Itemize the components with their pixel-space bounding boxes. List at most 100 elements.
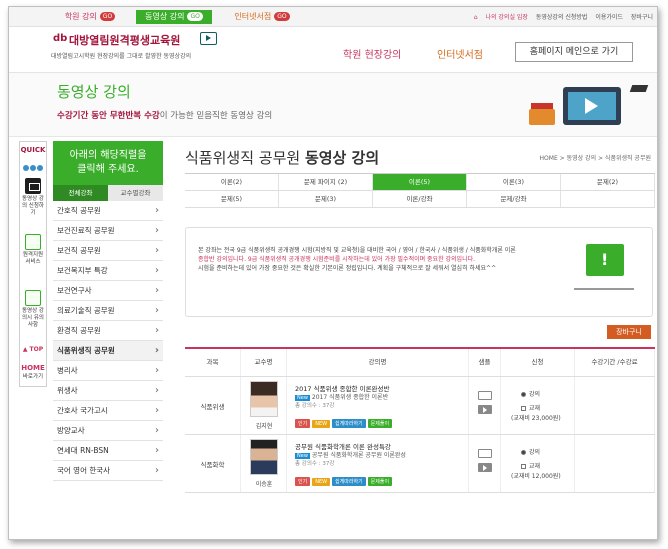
- apply-lecture-option[interactable]: 강의: [521, 447, 540, 456]
- sidebar-item[interactable]: 방양교사: [53, 421, 163, 441]
- quick-item-label: 동영상 강의 신청하기: [22, 196, 44, 216]
- sidebar-item[interactable]: 국어 영어 한국사: [53, 461, 163, 481]
- course-tab[interactable]: 이론(3): [467, 174, 561, 190]
- lecture-cell: 2017 식품위생 종합한 이론완성반 New 2017 식품위생 종합한 이론반…: [287, 377, 469, 434]
- lecture-sub: New 2017 식품위생 종합한 이론반: [295, 392, 388, 401]
- quick-home-button[interactable]: HOME 바로가기: [20, 364, 46, 380]
- apply-cell: 강의 교재 (교재비 23,000원): [501, 377, 575, 434]
- tab-video-lecture[interactable]: 동영상 강의 GO: [136, 10, 212, 24]
- quick-menu: QUICK 동영상 강의 신청하기 원격지원 서비스 동영상 강의시 유의사항 …: [19, 141, 47, 387]
- apply-book-option[interactable]: 교재: [521, 461, 540, 470]
- table-header: 과목 교수명 강의명 샘플 신청 수강기간 /수강료: [185, 349, 655, 377]
- table-row: 식품화학 이승훈 공무원 식품화학개론 이론 완성특강 New 공무원 식품화학개…: [185, 435, 655, 493]
- course-tab[interactable]: 이론/강좌: [373, 191, 467, 207]
- site-logo[interactable]: 대방열림원격평생교육원: [69, 32, 180, 48]
- table-row: 식품위생 김지현 2017 식품위생 종합한 이론완성반 New 2017 식품위…: [185, 377, 655, 435]
- lecture-count: 총 강의수 : 37강: [295, 461, 335, 467]
- lecture-count: 총 강의수 : 37강: [295, 403, 335, 409]
- course-tab-empty: [561, 191, 655, 207]
- course-tab[interactable]: 문제/강좌: [467, 191, 561, 207]
- sidebar-item[interactable]: 의료기술직 공무원: [53, 301, 163, 321]
- top-bar: 학원 강의 GO 동영상 강의 GO 인터넷서점 GO ⌂ 나의 강의실 입장 동영상…: [9, 7, 657, 27]
- quick-apply-video[interactable]: 동영상 강의 신청하기: [20, 178, 46, 217]
- apply-book-option[interactable]: 교재: [521, 403, 540, 412]
- page-title-bold: 동영상 강의: [304, 149, 380, 167]
- my-classroom-link[interactable]: 나의 강의실 입장: [485, 14, 527, 21]
- user-guide-link[interactable]: 이용가이드: [595, 14, 623, 21]
- sidebar-item[interactable]: 간호사 국가고시: [53, 401, 163, 421]
- col-lecture: 강의명: [287, 349, 469, 376]
- dot-icon[interactable]: [37, 165, 43, 171]
- cart-button[interactable]: 장바구니: [607, 325, 651, 339]
- sidebar-item[interactable]: 간호직 공무원: [53, 201, 163, 221]
- book-icon: [529, 109, 555, 125]
- tab-row: 문제(5) 문제(3) 이론/강좌 문제/강좌: [185, 191, 655, 208]
- course-tab[interactable]: 문제(2): [561, 174, 655, 190]
- sidebar-item-active[interactable]: 식품위생직 공무원: [53, 341, 163, 361]
- nav-academy-lecture[interactable]: 학원 현장강의: [343, 46, 401, 61]
- category-sidebar: 아래의 해당직렬을클릭해 주세요. 전체강좌 교수별강좌 간호직 공무원 보건진…: [53, 141, 163, 481]
- apply-lecture-option[interactable]: 강의: [521, 389, 540, 398]
- tab-academy-lecture[interactable]: 학원 강의 GO: [51, 10, 129, 24]
- quick-dots: [20, 156, 46, 175]
- badge: 문제풀이: [367, 419, 393, 428]
- course-table: 과목 교수명 강의명 샘플 신청 수강기간 /수강료 식품위생 김지현 2017…: [185, 347, 655, 493]
- graduation-cap-icon: [629, 85, 649, 92]
- lecture-cell: 공무원 식품화학개론 이론 완성특강 New 공무원 식품화학개론 공무원 이론완…: [287, 435, 469, 492]
- top-button[interactable]: ▲ TOP: [20, 346, 46, 353]
- course-tab[interactable]: 문제(5): [185, 191, 279, 207]
- sidebar-item[interactable]: 보건직 공무원: [53, 241, 163, 261]
- home-icon[interactable]: ⌂: [474, 14, 478, 21]
- cart-link[interactable]: 장바구니: [631, 14, 653, 21]
- sidebar-item[interactable]: 보건연구사: [53, 281, 163, 301]
- quick-notes[interactable]: 동영상 강의시 유의사항: [20, 290, 46, 329]
- lecture-sub-text: 2017 식품위생 종합한 이론반: [311, 394, 389, 401]
- tab-by-professor[interactable]: 교수별강좌: [108, 185, 163, 201]
- checkbox[interactable]: [521, 464, 526, 469]
- top-links: ⌂ 나의 강의실 입장 동영상강의 신청방법 이용가이드 장바구니: [468, 12, 653, 21]
- course-tab[interactable]: 문제 파이지 (2): [279, 174, 373, 190]
- home-main-button[interactable]: 홈페이지 메인으로 가기: [515, 42, 633, 62]
- course-tab[interactable]: 이론(2): [185, 174, 279, 190]
- how-to-apply-link[interactable]: 동영상강의 신청방법: [536, 14, 588, 21]
- professor-name[interactable]: 이승훈: [241, 479, 287, 488]
- dot-icon[interactable]: [30, 165, 36, 171]
- radio-button[interactable]: [521, 450, 526, 455]
- checkbox[interactable]: [521, 406, 526, 411]
- tab-internet-bookstore[interactable]: 인터넷서점 GO: [221, 10, 303, 24]
- monitor-icon: [563, 87, 621, 125]
- sample-doc-icon[interactable]: [478, 449, 492, 458]
- tab-label: 동영상 강의: [145, 12, 185, 21]
- banner-title: 동영상 강의: [57, 83, 131, 101]
- browser-frame: 학원 강의 GO 동영상 강의 GO 인터넷서점 GO ⌂ 나의 강의실 입장 동영상…: [8, 6, 658, 540]
- sample-play-icon[interactable]: [478, 405, 492, 414]
- sample-cell: [469, 377, 501, 434]
- sidebar-item[interactable]: 위생사: [53, 381, 163, 401]
- sidebar-item[interactable]: 병리사: [53, 361, 163, 381]
- quick-remote-support[interactable]: 원격지원 서비스: [20, 234, 46, 266]
- sample-doc-icon[interactable]: [478, 391, 492, 400]
- radio-button[interactable]: [521, 392, 526, 397]
- sample-play-icon[interactable]: [478, 463, 492, 472]
- banner-subtitle-rest: 이 가능한 믿음직한 동영상 강의: [159, 111, 273, 121]
- col-sample: 샘플: [469, 349, 501, 376]
- book-price: (교재비 12,000원): [511, 473, 561, 480]
- sidebar-item[interactable]: 환경직 공무원: [53, 321, 163, 341]
- video-icon: [25, 178, 41, 194]
- nav-internet-bookstore[interactable]: 인터넷서점: [437, 46, 483, 61]
- alert-board-icon: [586, 244, 624, 276]
- sidebar-tabs: 전체강좌 교수별강좌: [53, 185, 163, 201]
- professor-name[interactable]: 김지현: [241, 421, 287, 430]
- course-tab[interactable]: 문제(3): [279, 191, 373, 207]
- sidebar-item[interactable]: 보건복지부 특강: [53, 261, 163, 281]
- dot-icon[interactable]: [23, 165, 29, 171]
- sample-cell: [469, 435, 501, 492]
- course-tab-selected[interactable]: 이론(5): [373, 174, 467, 190]
- notice-text: 본 강좌는 전국 9급 식품위생직 공개경쟁 시험(지방직 및 교육청)을 대비…: [198, 246, 568, 273]
- sidebar-item[interactable]: 연세대 RN-BSN: [53, 441, 163, 461]
- page-title-light: 식품위생직 공무원: [185, 149, 305, 167]
- sidebar-item[interactable]: 보건진료직 공무원: [53, 221, 163, 241]
- quick-home-sub: 바로가기: [22, 374, 44, 380]
- row-subject: 식품화학: [185, 435, 241, 492]
- tab-all-courses[interactable]: 전체강좌: [53, 185, 108, 201]
